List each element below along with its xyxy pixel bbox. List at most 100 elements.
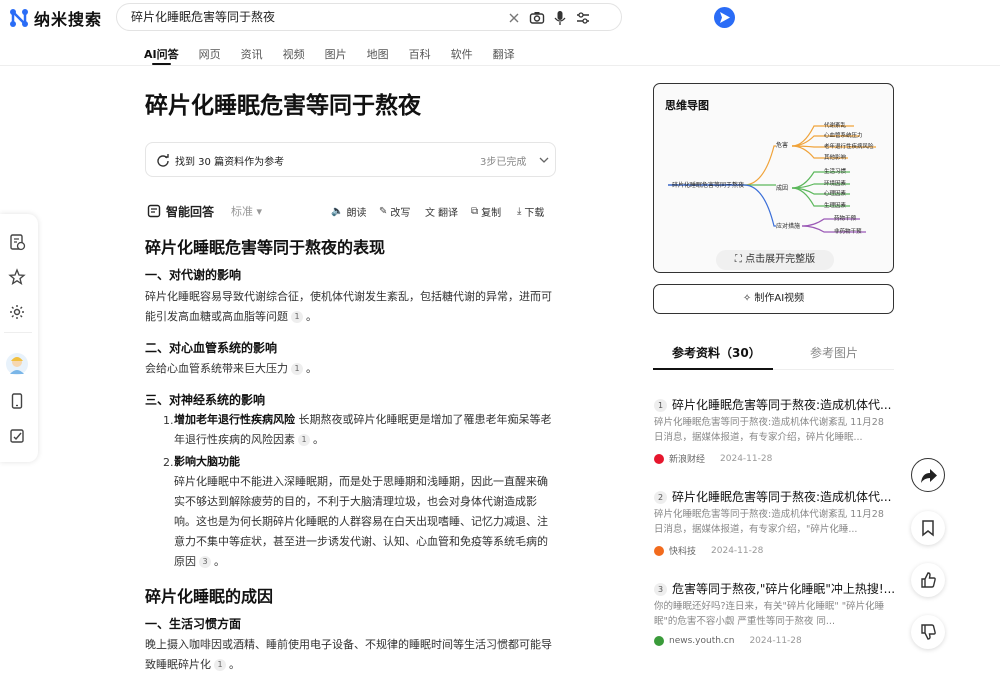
copy-button[interactable]: ⧉ 复制	[471, 204, 501, 219]
list-number: 1.	[163, 414, 174, 427]
reference-number: 1	[654, 399, 667, 412]
citation-badge[interactable]: 1	[214, 659, 226, 671]
mind-map-branch: 应对措施	[776, 223, 801, 230]
reference-snippet: 你的睡眠还好吗?连日来，有关"碎片化睡眠" "碎片化睡眠"的危害不容小觑 严重性…	[654, 601, 885, 627]
tab-map[interactable]: 地图	[367, 46, 389, 66]
tab-encyclopedia[interactable]: 百科	[409, 46, 431, 66]
share-button[interactable]	[911, 458, 945, 492]
subsection-heading: 二、对心血管系统的影响	[145, 341, 278, 355]
edit-icon: ✎	[379, 206, 388, 217]
tab-news[interactable]: 资讯	[241, 46, 263, 66]
read-aloud-label: 朗读	[346, 208, 367, 219]
microphone-icon[interactable]	[551, 9, 569, 27]
tab-web[interactable]: 网页	[199, 46, 221, 66]
mind-map-diagram	[668, 125, 876, 233]
answer-toolbar: 智能回答 标准 ▾ 🔈 朗读 ✎ 改写 文翻译 ⧉ 复制 ⤓ 下载	[145, 203, 556, 219]
translate-label: 翻译	[438, 208, 458, 219]
section-heading: 碎片化睡眠危害等同于熬夜的表现	[145, 238, 386, 257]
paragraph: 晚上摄入咖啡因或酒精、睡前使用电子设备、不规律的睡眠时间等生活习惯都可能导致睡眠…	[145, 638, 552, 671]
copy-label: 复制	[481, 208, 502, 219]
tab-images[interactable]: 图片	[325, 46, 347, 66]
reference-summary[interactable]: 找到 30 篇资料作为参考 3步已完成	[145, 142, 556, 177]
rewrite-button[interactable]: ✎ 改写	[379, 204, 410, 219]
clear-icon[interactable]	[505, 9, 523, 27]
paragraph-text: 碎片化睡眠容易导致代谢综合征，使机体代谢发生紊乱，包括糖代谢的异常，进而可能引发…	[145, 290, 552, 323]
filter-settings-icon[interactable]	[574, 9, 592, 27]
citation-badge[interactable]: 3	[199, 556, 211, 568]
history-icon[interactable]	[8, 233, 26, 251]
source-name: news.youth.cn	[669, 636, 735, 646]
feedback-edit-icon[interactable]	[8, 427, 26, 445]
copy-icon: ⧉	[471, 206, 479, 217]
reference-title[interactable]: 1 碎片化睡眠危害等同于熬夜:造成机体代...	[654, 396, 896, 413]
download-button[interactable]: ⤓ 下载	[517, 204, 544, 219]
reference-source: news.youth.cn 2024-11-28	[654, 636, 802, 646]
citation-badge[interactable]: 1	[291, 363, 303, 375]
tab-translate[interactable]: 翻译	[493, 46, 515, 66]
source-date: 2024-11-28	[749, 636, 802, 646]
bookmark-button[interactable]	[911, 511, 945, 545]
dislike-button[interactable]	[911, 615, 945, 649]
mind-map-leaf: 生活习惯	[824, 169, 847, 175]
translate-button[interactable]: 文翻译	[425, 204, 458, 219]
answer-mode-select[interactable]: 标准 ▾	[231, 203, 262, 219]
search-submit-button[interactable]	[714, 7, 735, 28]
tab-ai-qa[interactable]: AI问答	[144, 46, 179, 66]
tab-software[interactable]: 软件	[451, 46, 473, 66]
tab-references[interactable]: 参考资料（30）	[672, 344, 761, 361]
mobile-phone-icon[interactable]	[8, 392, 26, 410]
citation-badge[interactable]: 1	[291, 311, 303, 323]
read-aloud-button[interactable]: 🔈 朗读	[331, 204, 366, 219]
star-icon[interactable]	[8, 268, 26, 286]
chevron-down-icon[interactable]	[538, 154, 550, 166]
avatar[interactable]	[5, 352, 29, 376]
reference-title-text: 危害等同于熬夜,"碎片化睡眠"冲上热搜!...	[672, 582, 896, 596]
reference-source: 快科技 2024-11-28	[654, 544, 763, 557]
mind-map-leaf: 心理因素	[824, 191, 847, 197]
tab-reference-images[interactable]: 参考图片	[810, 344, 858, 361]
search-box[interactable]	[116, 3, 735, 31]
translate-icon: 文	[425, 208, 435, 219]
paragraph: 碎片化睡眠容易导致代谢综合征，使机体代谢发生紊乱，包括糖代谢的异常，进而可能引发…	[145, 290, 552, 323]
mind-map-card[interactable]: 思维导图 碎片化睡眠危害等同于熬夜 危害 成因 应对措施 代谢紊乱 心血管系统压…	[653, 83, 894, 273]
mind-map-leaf: 环境因素	[824, 181, 847, 187]
reference-number: 3	[654, 583, 667, 596]
mind-map-leaf: 代谢紊乱	[824, 123, 847, 129]
subsection-heading: 三、对神经系统的影响	[145, 393, 266, 407]
subsection-heading: 一、对代谢的影响	[145, 268, 242, 282]
list-item: 增加老年退行性疾病风险 长期熬夜或碎片化睡眠更是增加了罹患老年痴呆等老年退行性疾…	[174, 413, 552, 446]
camera-icon[interactable]	[528, 9, 546, 27]
bookmark-icon	[922, 520, 934, 537]
mind-map-leaf: 其他影响	[824, 155, 847, 161]
logo[interactable]: 纳米搜索	[8, 6, 102, 30]
reference-item[interactable]: 3 危害等同于熬夜,"碎片化睡眠"冲上热搜!... 你的睡眠还好吗?连日来，有关"…	[654, 580, 896, 650]
rewrite-label: 改写	[390, 208, 411, 219]
answer-mode-value: 标准	[231, 205, 253, 218]
reference-item[interactable]: 2 碎片化睡眠危害等同于熬夜:造成机体代... 碎片化睡眠危害等同于熬夜:造成机体…	[654, 488, 896, 558]
make-ai-video-button[interactable]: ✧ 制作AI视频	[653, 284, 894, 314]
like-button[interactable]	[911, 563, 945, 597]
source-date: 2024-11-28	[720, 453, 773, 464]
youth-news-icon	[654, 636, 664, 646]
source-name: 快科技	[669, 547, 697, 557]
make-ai-video-label: 制作AI视频	[754, 293, 805, 304]
citation-badge[interactable]: 1	[298, 434, 310, 446]
send-arrow-icon	[720, 12, 730, 23]
mind-map-leaf: 非药物干预	[834, 229, 862, 235]
list-item-title: 增加老年退行性疾病风险	[174, 413, 295, 426]
expand-mind-map-button[interactable]: ⛶ 点击展开完整版	[716, 250, 834, 270]
download-label: 下载	[524, 208, 545, 219]
paragraph: 会给心血管系统带来巨大压力 1。	[145, 362, 317, 375]
mind-map-root: 碎片化睡眠危害等同于熬夜	[672, 182, 745, 189]
list-item-text: 碎片化睡眠中不能进入深睡眠期，而是处于思睡期和浅睡期，因此一直醒来确实不够达到解…	[174, 475, 548, 568]
search-input[interactable]	[131, 9, 491, 23]
paragraph-text: 会给心血管系统带来巨大压力	[145, 362, 288, 375]
left-toolbar	[0, 214, 38, 462]
tab-video[interactable]: 视频	[283, 46, 305, 66]
reference-title[interactable]: 3 危害等同于熬夜,"碎片化睡眠"冲上热搜!...	[654, 580, 896, 597]
speaker-icon: 🔈	[331, 206, 344, 217]
reference-item[interactable]: 1 碎片化睡眠危害等同于熬夜:造成机体代... 碎片化睡眠危害等同于熬夜:造成机体…	[654, 396, 896, 466]
thumbs-down-icon	[921, 624, 936, 640]
settings-gear-icon[interactable]	[8, 303, 26, 321]
reference-title[interactable]: 2 碎片化睡眠危害等同于熬夜:造成机体代...	[654, 488, 896, 505]
